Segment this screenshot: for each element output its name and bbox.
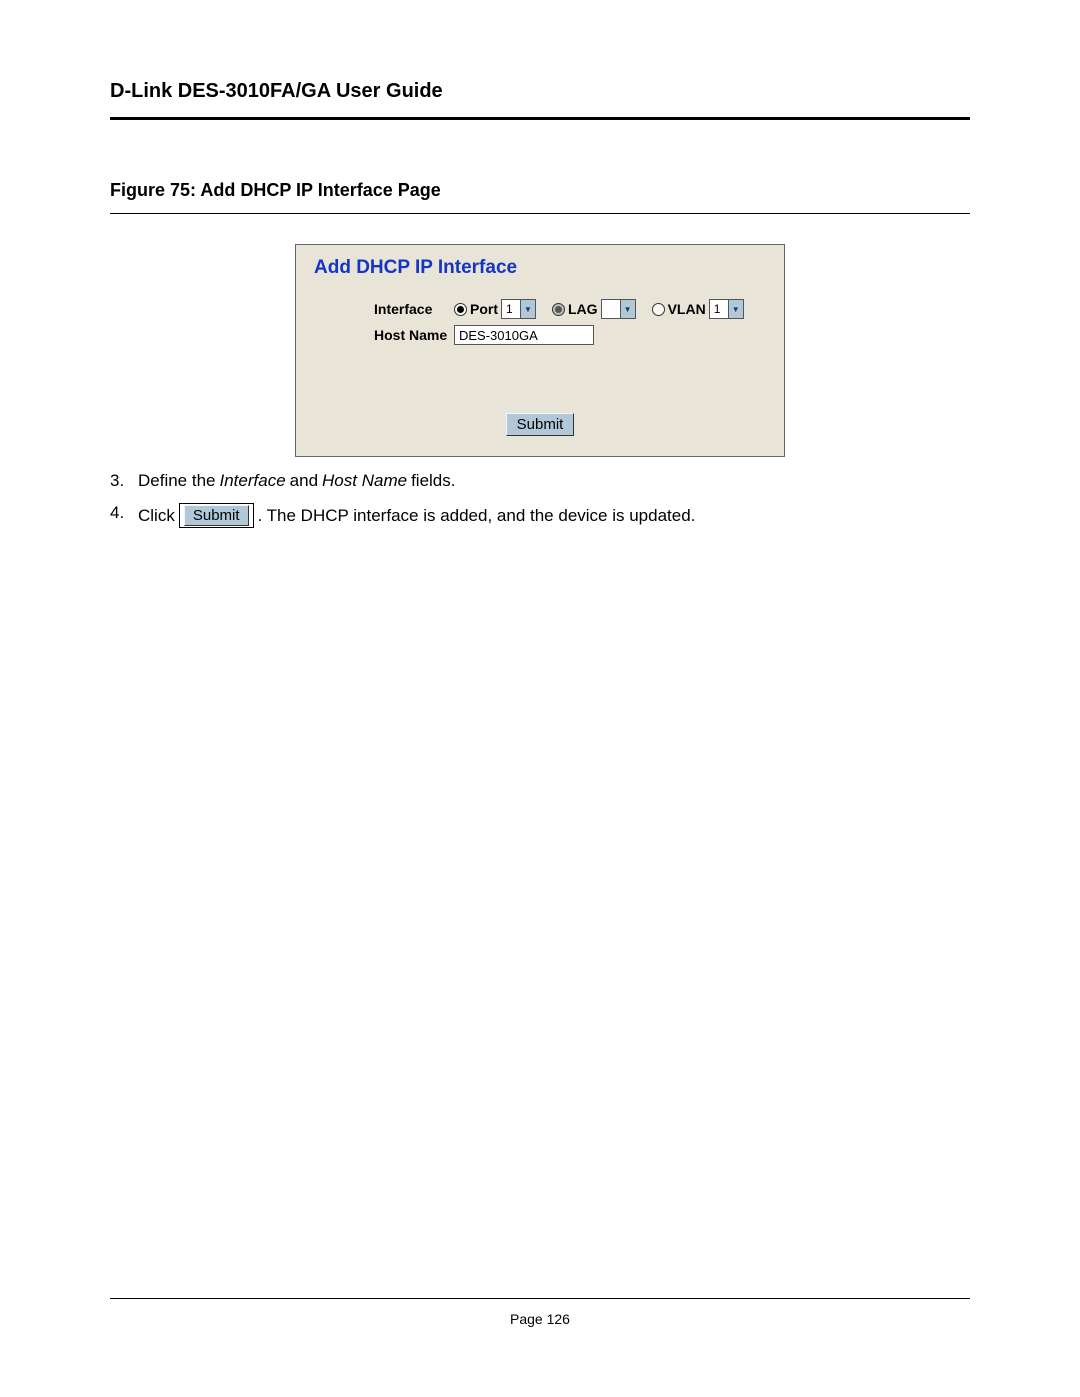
interface-port-radio[interactable]: Port 1 ▼: [454, 299, 536, 319]
chevron-down-icon: ▼: [520, 300, 535, 318]
header-rule: [110, 117, 970, 120]
radio-icon: [454, 303, 467, 316]
lag-label: LAG: [568, 301, 598, 317]
step-number: 3.: [110, 471, 138, 491]
vlan-label: VLAN: [668, 301, 706, 317]
figure-rule: [110, 213, 970, 214]
step-number: 4.: [110, 503, 138, 528]
document-title: D-Link DES-3010FA/GA User Guide: [110, 80, 970, 103]
figure-caption: Figure 75: Add DHCP IP Interface Page: [110, 180, 970, 201]
inline-submit-graphic: Submit: [179, 503, 254, 528]
page-footer: Page 126: [110, 1291, 970, 1327]
footer-rule: [110, 1298, 970, 1299]
port-select[interactable]: 1 ▼: [501, 299, 536, 319]
step-4: 4. Click Submit . The DHCP interface is …: [110, 503, 970, 528]
vlan-select[interactable]: 1 ▼: [709, 299, 744, 319]
port-label: Port: [470, 301, 498, 317]
interface-lag-radio[interactable]: LAG ▼: [552, 299, 636, 319]
submit-button[interactable]: Submit: [506, 413, 575, 436]
radio-icon: [552, 303, 565, 316]
interface-vlan-radio[interactable]: VLAN 1 ▼: [652, 299, 744, 319]
interface-label: Interface: [374, 301, 454, 317]
radio-icon: [652, 303, 665, 316]
chevron-down-icon: ▼: [728, 300, 743, 318]
panel-title: Add DHCP IP Interface: [314, 257, 766, 279]
hostname-input[interactable]: [454, 325, 594, 345]
page-number: Page 126: [510, 1311, 570, 1327]
lag-select[interactable]: ▼: [601, 299, 636, 319]
submit-button-graphic: Submit: [184, 505, 249, 526]
dhcp-interface-panel: Add DHCP IP Interface Interface Port 1 ▼: [295, 244, 785, 457]
chevron-down-icon: ▼: [620, 300, 635, 318]
step-3: 3. Define the Interface and Host Name fi…: [110, 471, 970, 491]
hostname-label: Host Name: [374, 327, 454, 343]
